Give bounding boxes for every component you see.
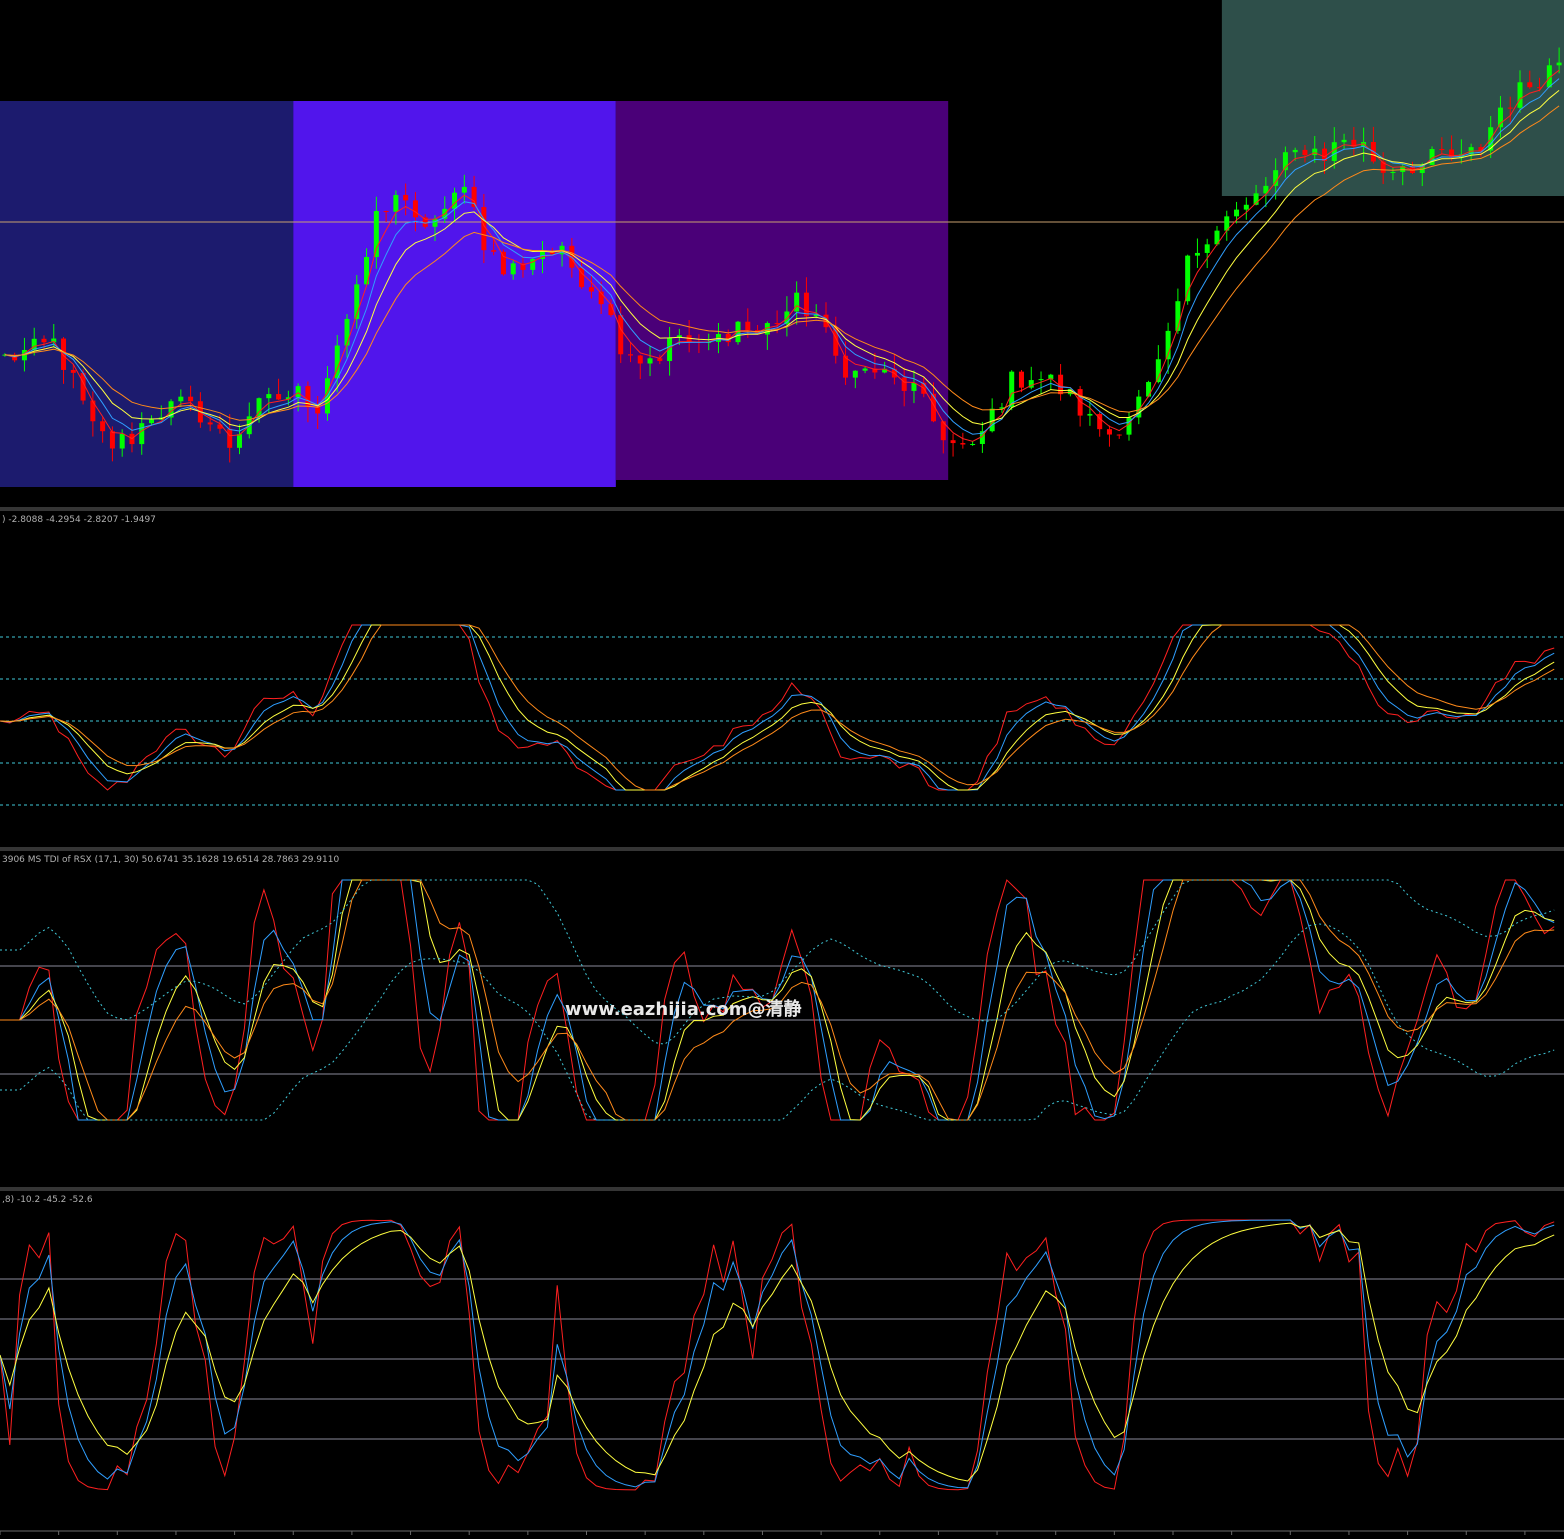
candle-body	[393, 194, 399, 212]
candle-body	[1116, 434, 1122, 436]
candle-body	[139, 423, 145, 445]
candle-body	[432, 218, 438, 227]
candle-body	[1556, 62, 1562, 66]
osc1-blue-line	[0, 624, 1555, 791]
watermark: www.eazhijia.com@清静	[565, 998, 802, 1020]
candle-body	[1439, 149, 1445, 151]
candle-body	[295, 386, 301, 398]
candle-body	[149, 419, 155, 424]
candle-body	[1185, 255, 1191, 302]
candle-body	[862, 368, 868, 371]
candle-body	[100, 421, 106, 432]
candle-body	[1243, 204, 1249, 210]
candle-body	[774, 323, 780, 325]
candle-body	[1312, 148, 1318, 156]
candle-body	[1390, 171, 1396, 173]
osc3-red-line	[0, 1219, 1555, 1491]
candle-body	[637, 355, 643, 364]
candle-body	[803, 292, 809, 317]
highlight-zone	[615, 101, 949, 480]
osc1-yellow-line	[0, 624, 1555, 791]
osc1-orange-line	[0, 624, 1555, 791]
candle-body	[178, 396, 184, 402]
panel-1-label: ) -2.8088 -4.2954 -2.8207 -1.9497	[2, 515, 156, 525]
candle-body	[1507, 107, 1513, 109]
candle-body	[1038, 379, 1044, 381]
candle-body	[970, 443, 976, 445]
panel-3-label: ,8) -10.2 -45.2 -52.6	[2, 1195, 93, 1205]
candle-body	[1302, 149, 1308, 156]
candle-body	[1341, 139, 1347, 143]
candle-body	[500, 251, 506, 275]
candle-body	[452, 192, 458, 209]
candle-body	[647, 358, 653, 364]
candle-body	[1106, 429, 1112, 435]
candle-body	[745, 321, 751, 331]
candle-body	[461, 186, 467, 193]
candle-body	[119, 433, 125, 449]
candle-body	[1204, 244, 1210, 253]
candle-body	[41, 338, 47, 343]
candle-body	[852, 370, 858, 378]
candle-body	[1087, 413, 1093, 416]
candle-body	[383, 211, 389, 213]
candle-body	[1194, 252, 1200, 256]
candle-body	[344, 318, 350, 346]
candle-body	[588, 287, 594, 292]
candle-body	[901, 377, 907, 391]
candle-body	[236, 434, 242, 448]
oscillator-panel-1[interactable]	[0, 624, 1555, 791]
candle-body	[510, 263, 516, 275]
candle-body	[1527, 82, 1533, 88]
candle-body	[70, 369, 76, 373]
candle-body	[188, 396, 194, 402]
candle-body	[109, 431, 115, 449]
candle-body	[960, 443, 966, 445]
candle-body	[627, 354, 633, 356]
candle-body	[403, 194, 409, 201]
highlight-zones	[0, 0, 1564, 487]
highlight-zone	[293, 101, 616, 487]
candle-body	[1331, 142, 1337, 161]
candle-body	[1273, 170, 1279, 186]
candle-body	[1292, 149, 1298, 153]
candle-body	[491, 250, 497, 252]
panel-separators[interactable]	[0, 507, 1564, 1535]
candle-body	[1234, 209, 1240, 217]
candle-body	[276, 394, 282, 400]
panel-2-label: 3906 MS TDI of RSX (17,1, 30) 50.6741 35…	[2, 855, 339, 865]
highlight-zone	[1221, 0, 1564, 196]
candle-body	[227, 428, 233, 448]
candle-body	[1018, 371, 1024, 388]
trading-chart[interactable]: ) -2.8088 -4.2954 -2.8207 -1.9497 3906 M…	[0, 0, 1564, 1535]
osc1-red-line	[0, 624, 1555, 791]
candle-body	[950, 440, 956, 444]
candle-body	[266, 394, 272, 399]
chart-canvas: ) -2.8088 -4.2954 -2.8207 -1.9497 3906 M…	[0, 0, 1564, 1535]
candle-body	[1517, 82, 1523, 108]
oscillator-panel-3[interactable]	[0, 1219, 1555, 1491]
candle-body	[207, 422, 213, 425]
candle-body	[618, 315, 624, 355]
candle-body	[412, 200, 418, 218]
candle-body	[1146, 382, 1152, 397]
candle-body	[315, 407, 321, 414]
osc3-blue-line	[0, 1219, 1555, 1489]
